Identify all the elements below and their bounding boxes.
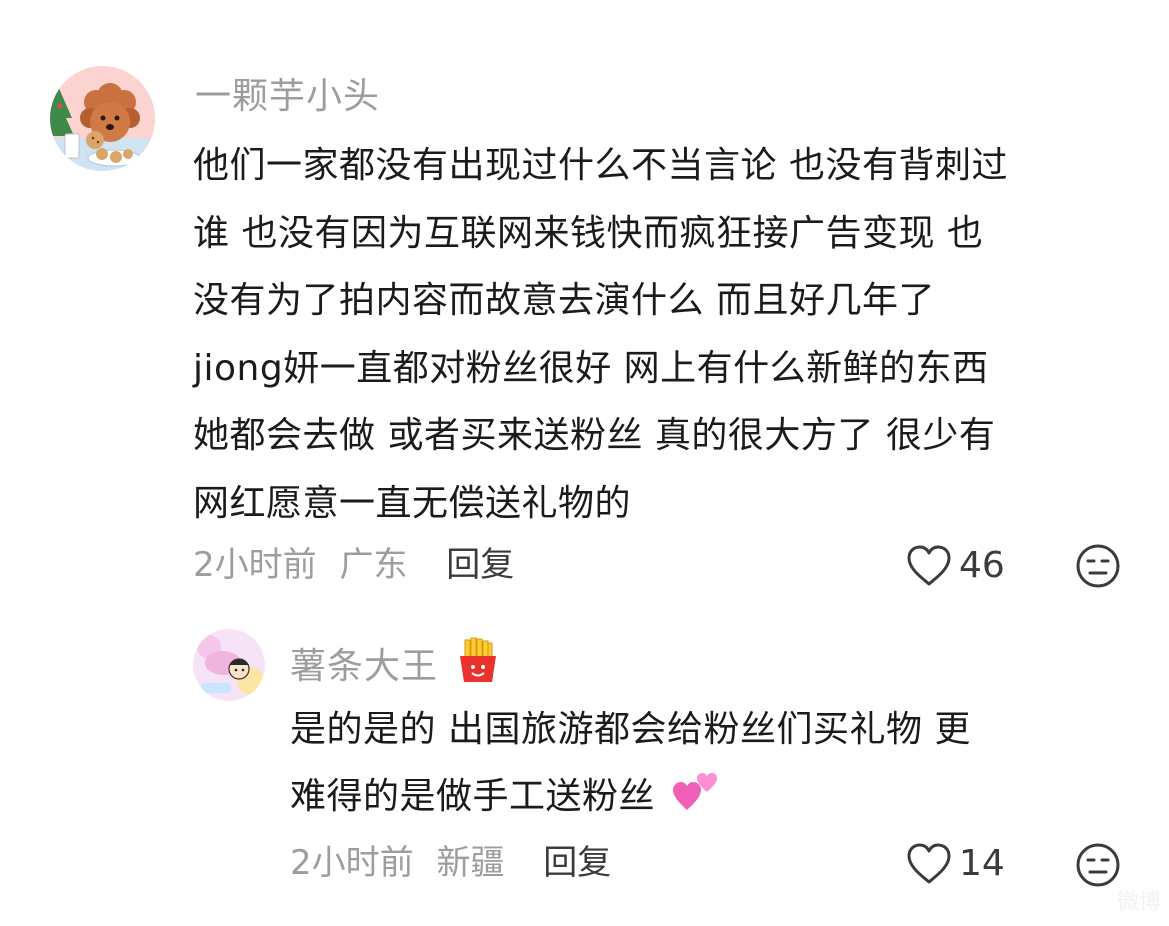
comment-item: 一颗芋小头 他们一家都没有出现过什么不当言论 也没有背刺过 谁 也没有因为互联网… xyxy=(0,0,1169,600)
like-button[interactable]: 46 xyxy=(905,543,1005,589)
comment-time: 2小时前 xyxy=(193,545,317,585)
avatar[interactable] xyxy=(50,66,155,171)
reply-username[interactable]: 薯条大王 xyxy=(290,636,502,697)
dislike-button[interactable] xyxy=(1075,842,1121,892)
reply-location: 新疆 xyxy=(436,843,505,883)
like-count: 46 xyxy=(959,545,1005,586)
reply-meta: 2小时前 新疆 回复 xyxy=(290,840,611,886)
reply-username-text: 薯条大王 xyxy=(290,646,439,687)
poodle-avatar-icon xyxy=(50,66,155,171)
comment-username[interactable]: 一颗芋小头 xyxy=(195,73,380,121)
comment-text-line: jiong妍一直都对粉丝很好 网上有什么新鲜的东西 xyxy=(193,347,989,389)
reply-text: 是的是的 出国旅游都会给粉丝们买礼物 更 难得的是做手工送粉丝 xyxy=(290,696,971,836)
fries-icon xyxy=(454,636,502,697)
comment-location: 广东 xyxy=(339,545,408,585)
reply-text-line-content: 难得的是做手工送粉丝 xyxy=(290,776,656,817)
reply-button[interactable]: 回复 xyxy=(446,545,514,585)
comment-text-line: 谁 也没有因为互联网来钱快而疯狂接广告变现 也 xyxy=(193,212,984,254)
reply-text-line: 难得的是做手工送粉丝 xyxy=(290,763,971,836)
comment-text-line: 她都会去做 或者买来送粉丝 真的很大方了 很少有 xyxy=(193,415,996,456)
heart-outline-icon xyxy=(907,843,951,884)
comment-text-line: 没有为了拍内容而故意去演什么 而且好几年了 xyxy=(193,280,935,321)
like-button[interactable]: 14 xyxy=(905,841,1005,887)
comment-text-line: 他们一家都没有出现过什么不当言论 也没有背刺过 xyxy=(193,145,1008,186)
neutral-face-icon xyxy=(1076,843,1120,887)
reply-time: 2小时前 xyxy=(290,843,414,883)
comment-text: 他们一家都没有出现过什么不当言论 也没有背刺过 谁 也没有因为互联网来钱快而疯狂… xyxy=(193,132,1008,537)
like-count: 14 xyxy=(959,843,1005,884)
reply-avatar[interactable] xyxy=(193,629,265,701)
neutral-face-icon xyxy=(1076,544,1120,588)
cartoon-avatar-icon xyxy=(193,629,265,701)
watermark: 微博 xyxy=(1116,890,1161,915)
reply-button[interactable]: 回复 xyxy=(543,843,611,883)
comment-meta: 2小时前 广东 回复 xyxy=(193,542,514,588)
reply-item: 薯条大王 是的是的 出国旅游都会给粉丝们买礼物 更 难得的是做手工送粉丝 2小时… xyxy=(0,620,1169,920)
comment-text-line: 网红愿意一直无偿送礼物的 xyxy=(193,482,632,524)
reply-text-line: 是的是的 出国旅游都会给粉丝们买礼物 更 xyxy=(290,709,971,750)
dislike-button[interactable] xyxy=(1075,543,1121,593)
two-hearts-icon xyxy=(671,769,719,836)
heart-outline-icon xyxy=(907,545,951,586)
